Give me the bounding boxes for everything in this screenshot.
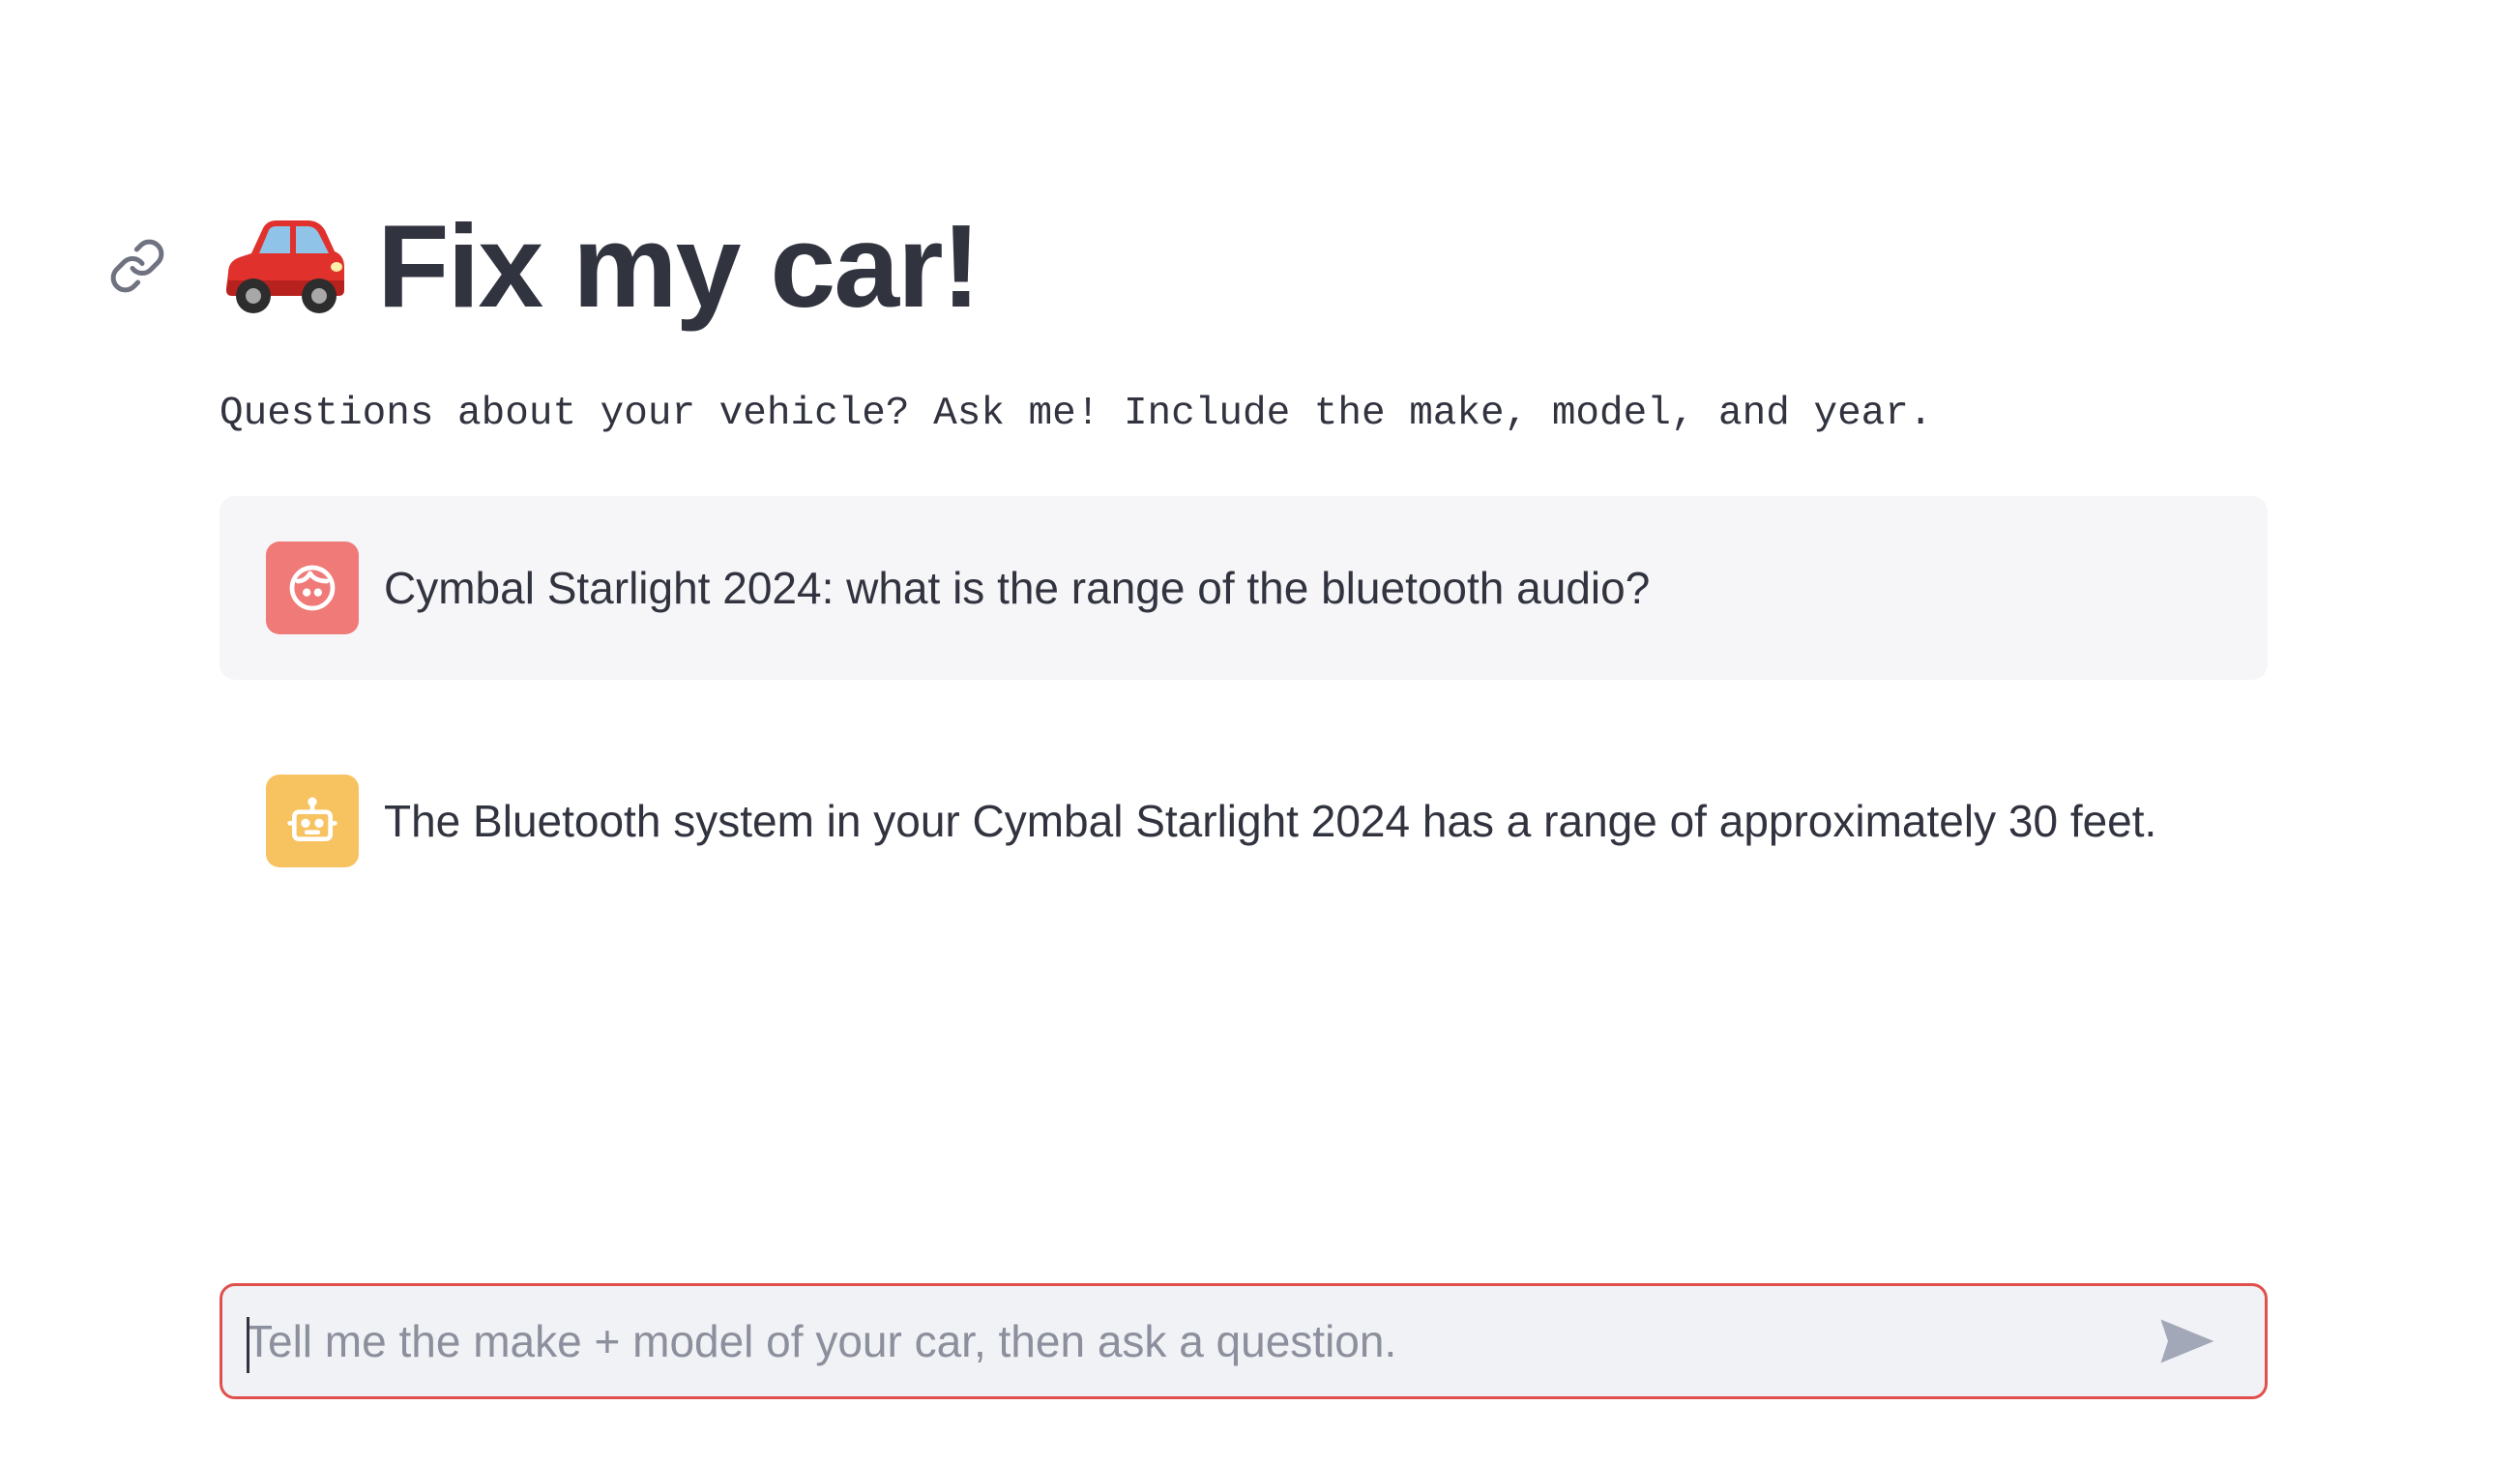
link-icon[interactable] xyxy=(106,235,168,297)
chat-input-container xyxy=(220,1283,2268,1399)
send-button[interactable] xyxy=(2149,1303,2226,1380)
chat-input[interactable] xyxy=(222,1285,2149,1397)
page-subtitle: Questions about your vehicle? Ask me! In… xyxy=(220,392,1933,436)
assistant-avatar xyxy=(266,775,359,867)
car-icon xyxy=(217,208,352,324)
robot-icon xyxy=(287,797,337,841)
assistant-message-text: The Bluetooth system in your Cymbal Star… xyxy=(384,796,2157,846)
page-header: Fix my car! xyxy=(106,193,981,338)
user-avatar xyxy=(266,542,359,634)
text-cursor xyxy=(247,1317,249,1373)
user-message-text: Cymbal Starlight 2024: what is the range… xyxy=(384,563,1651,613)
chat-message-assistant: The Bluetooth system in your Cymbal Star… xyxy=(220,729,2268,913)
chat-message-user: Cymbal Starlight 2024: what is the range… xyxy=(220,496,2268,680)
page-title: Fix my car! xyxy=(377,200,981,332)
app-page: Fix my car! Questions about your vehicle… xyxy=(0,0,2520,1464)
send-icon xyxy=(2160,1319,2214,1363)
user-face-icon xyxy=(289,565,336,611)
